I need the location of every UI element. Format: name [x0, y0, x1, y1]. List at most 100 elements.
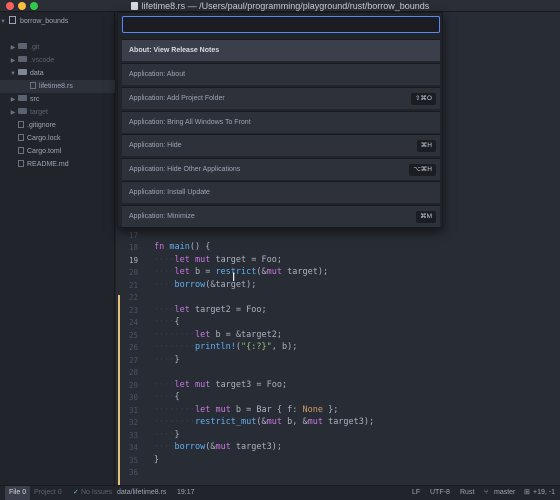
line-number: 21: [128, 281, 138, 290]
command-item[interactable]: Application: Add Project Folder ⇧⌘O: [122, 87, 440, 109]
command-label: Application: Install Update: [129, 189, 210, 196]
project-issues-tab[interactable]: Project 0: [34, 486, 62, 500]
tree-item-target[interactable]: ▶ target: [0, 106, 115, 119]
tree-item-src[interactable]: ▶ src: [0, 93, 115, 106]
file-path[interactable]: data/lifetime8.rs: [117, 486, 166, 500]
command-item[interactable]: Application: Minimize ⌘M: [122, 205, 440, 227]
code-line: ····}: [154, 355, 180, 365]
tree-root-label: borrow_bounds: [20, 18, 69, 25]
line-number: 18: [128, 243, 138, 252]
cursor-position[interactable]: 19:17: [177, 486, 195, 500]
command-item[interactable]: About: View Release Notes: [122, 39, 440, 61]
command-label: About: View Release Notes: [129, 47, 220, 54]
file-icon: [18, 121, 24, 128]
tree-item-label: .gitignore: [27, 122, 56, 129]
tree-view: ▼ borrow_bounds ▶ .git ▶ .vscode ▼ data life…: [0, 12, 115, 485]
grammar-selector[interactable]: Rust: [460, 486, 474, 500]
code-line: ····let mut target3 = Foo;: [154, 380, 288, 390]
tree-item-label: .git: [30, 44, 40, 51]
tree-item-vscode[interactable]: ▶ .vscode: [0, 54, 115, 67]
line-number: 29: [128, 381, 138, 390]
line-number: 24: [128, 318, 138, 327]
git-diff-icon: ⊞: [524, 489, 530, 496]
git-branch[interactable]: master: [494, 486, 515, 500]
command-item[interactable]: Application: Hide ⌘H: [122, 134, 440, 156]
code-line: ····borrow(&target);: [154, 280, 257, 290]
status-bar: File 0 Project 0 ✓ No Issues data/lifeti…: [0, 485, 560, 500]
tree-item-lifetime8-rs[interactable]: lifetime8.rs: [0, 80, 115, 93]
tree-item-cargo-toml[interactable]: Cargo.toml: [0, 145, 115, 158]
line-number: 30: [128, 393, 138, 402]
tree-item-label: Cargo.lock: [27, 135, 61, 142]
check-icon: ✓: [73, 489, 79, 496]
code-line: ········let b = &target2;: [154, 330, 282, 340]
line-number: 32: [128, 418, 138, 427]
code-line: ········println!("{:?}", b);: [154, 342, 298, 352]
code-line: ····{: [154, 317, 180, 327]
code-line: }: [154, 455, 160, 465]
title-bar: lifetime8.rs — /Users/paul/programming/p…: [0, 0, 560, 12]
line-number: 25: [128, 331, 138, 340]
code-line: ········restrict_mut(&mut b, &mut target…: [154, 417, 375, 427]
code-line: ····let b = restrict(&mut target);: [154, 267, 329, 277]
git-branch-icon: ⑂: [484, 489, 489, 496]
folder-icon: [18, 56, 27, 62]
window-title-container: lifetime8.rs — /Users/paul/programming/p…: [0, 1, 560, 11]
code-line: ····}: [154, 430, 180, 440]
keybinding-badge: ⌘H: [416, 140, 436, 152]
command-item[interactable]: Application: Bring All Windows To Front: [122, 111, 440, 133]
command-label: Application: Hide Other Applications: [129, 166, 241, 173]
keybinding-badge: ⌘M: [416, 211, 436, 223]
code-line: ····let target2 = Foo;: [154, 305, 267, 315]
encoding-selector[interactable]: UTF-8: [430, 486, 450, 500]
line-number: 34: [128, 443, 138, 452]
line-number: 17: [128, 231, 138, 240]
git-diff-stats[interactable]: +19, -1: [533, 486, 555, 500]
window-title: lifetime8.rs — /Users/paul/programming/p…: [141, 1, 430, 11]
line-number: 19: [128, 256, 138, 265]
line-number: 22: [128, 293, 138, 302]
line-number: 36: [128, 468, 138, 477]
tree-item-label: target: [30, 109, 48, 116]
tree-item-cargo-lock[interactable]: Cargo.lock: [0, 132, 115, 145]
file-icon: [18, 134, 24, 141]
tree-item-label: src: [30, 96, 40, 103]
file-code-icon: [30, 82, 36, 89]
command-label: Application: Minimize: [129, 213, 195, 220]
document-icon: [130, 2, 138, 10]
tree-item-label: lifetime8.rs: [39, 83, 73, 90]
code-line: fn main() {: [154, 242, 211, 252]
line-ending-selector[interactable]: LF: [412, 486, 420, 500]
keybinding-badge: ⇧⌘O: [410, 93, 436, 105]
tree-item-data[interactable]: ▼ data: [0, 67, 115, 80]
file-icon: [18, 147, 24, 154]
line-number: 20: [128, 268, 138, 277]
tree-item-git[interactable]: ▶ .git: [0, 41, 115, 54]
keybinding-badge: ⌥⌘H: [409, 164, 436, 176]
file-icon: [18, 160, 24, 167]
folder-icon: [18, 43, 27, 49]
command-search-input[interactable]: [122, 16, 440, 33]
folder-open-icon: [18, 69, 27, 75]
line-number: 33: [128, 431, 138, 440]
linter-status[interactable]: No Issues: [81, 486, 112, 500]
tree-item-readme[interactable]: README.md: [0, 158, 115, 171]
code-line: ····{: [154, 392, 180, 402]
tree-item-gitignore[interactable]: .gitignore: [0, 119, 115, 132]
code-line: ········let mut b = Bar { f: None };: [154, 405, 339, 415]
line-number: 23: [128, 306, 138, 315]
command-palette: About: View Release Notes Application: A…: [117, 12, 443, 228]
tree-item-label: .vscode: [30, 57, 55, 64]
text-cursor-icon: Ι: [232, 270, 236, 284]
line-number: 27: [128, 356, 138, 365]
command-item[interactable]: Application: About: [122, 63, 440, 85]
command-label: Application: About: [129, 71, 186, 78]
file-issues-tab[interactable]: File 0: [5, 486, 31, 500]
code-line: ····let mut target = Foo;: [154, 255, 282, 265]
command-item[interactable]: Application: Install Update: [122, 181, 440, 203]
command-label: Application: Bring All Windows To Front: [129, 119, 251, 126]
command-item[interactable]: Application: Hide Other Applications ⌥⌘H: [122, 158, 440, 180]
tree-root-borrow-bounds[interactable]: ▼ borrow_bounds: [0, 15, 115, 28]
folder-icon: [18, 108, 27, 114]
tree-item-label: Cargo.toml: [27, 148, 62, 155]
